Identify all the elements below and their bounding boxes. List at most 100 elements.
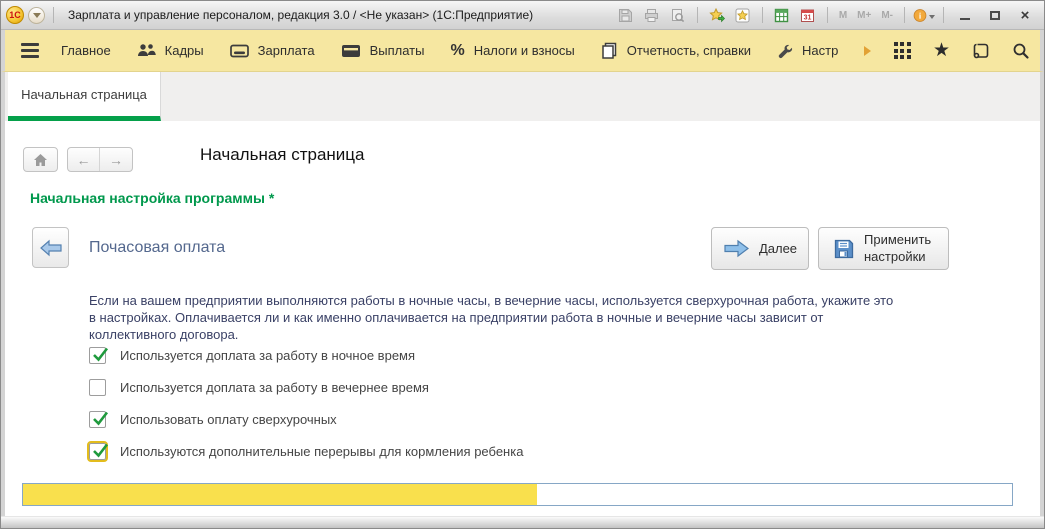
calendar-icon: 31 bbox=[800, 8, 815, 23]
window-title: Зарплата и управление персоналом, редакц… bbox=[68, 8, 533, 22]
tab-label: Начальная страница bbox=[21, 87, 147, 102]
maximize-button[interactable] bbox=[982, 5, 1008, 25]
back-button[interactable]: ← bbox=[68, 148, 100, 171]
menu-overflow-arrow-icon[interactable] bbox=[864, 46, 876, 56]
arrow-left-icon: ← bbox=[77, 152, 91, 168]
add-to-favorites-button[interactable] bbox=[706, 5, 728, 25]
separator bbox=[827, 7, 828, 23]
search-icon bbox=[1012, 42, 1030, 60]
page-title: Начальная страница bbox=[200, 145, 365, 165]
save-button[interactable] bbox=[615, 5, 637, 25]
star-framed-icon bbox=[735, 8, 750, 23]
info-button[interactable]: i bbox=[913, 5, 935, 25]
wizard-title: Начальная настройка программы * bbox=[30, 190, 274, 206]
checkbox-feeding-breaks[interactable]: Используются дополнительные перерывы для… bbox=[89, 443, 523, 460]
chevron-down-icon bbox=[33, 13, 41, 22]
menu-item-salary[interactable]: Зарплата bbox=[230, 43, 315, 58]
floppy-icon bbox=[618, 8, 633, 23]
next-button[interactable]: Далее bbox=[711, 227, 809, 270]
print-button[interactable] bbox=[641, 5, 663, 25]
main-content: ← → Начальная страница Начальная настрой… bbox=[1, 121, 1044, 516]
close-button[interactable]: × bbox=[1012, 5, 1038, 25]
all-functions-button[interactable] bbox=[894, 42, 911, 59]
percent-icon: % bbox=[450, 42, 464, 60]
documents-icon bbox=[601, 42, 618, 59]
close-icon: × bbox=[1021, 8, 1030, 23]
big-arrow-right-icon bbox=[723, 238, 750, 259]
apply-settings-button[interactable]: Применить настройки bbox=[818, 227, 949, 270]
step-title: Почасовая оплата bbox=[89, 239, 225, 257]
checkbox-label: Использовать оплату сверхурочных bbox=[120, 412, 337, 427]
apply-button-label: Применить настройки bbox=[864, 232, 934, 265]
svg-text:31: 31 bbox=[804, 14, 812, 21]
menu-item-payments[interactable]: Выплаты bbox=[341, 43, 425, 58]
step-description: Если на вашем предприятии выполняются ра… bbox=[89, 292, 894, 343]
arrow-right-icon: → bbox=[109, 152, 123, 168]
home-icon bbox=[33, 153, 48, 167]
payroll-card-icon bbox=[230, 44, 249, 58]
minimize-button[interactable] bbox=[952, 5, 978, 25]
minimize-icon bbox=[960, 18, 970, 20]
maximize-icon bbox=[990, 11, 1000, 20]
chevron-down-icon bbox=[929, 15, 935, 22]
checkmark-icon bbox=[91, 409, 110, 428]
separator bbox=[943, 7, 944, 23]
forward-button[interactable]: → bbox=[100, 148, 132, 171]
status-bar bbox=[1, 516, 1044, 528]
history-nav-group: ← → bbox=[67, 147, 133, 172]
memory-plus-button[interactable]: M+ bbox=[854, 5, 874, 25]
wizard-progress-bar bbox=[22, 483, 1013, 506]
progress-fill bbox=[23, 484, 537, 505]
menu-item-reports[interactable]: Отчетность, справки bbox=[601, 42, 751, 59]
tab-home-page[interactable]: Начальная страница bbox=[8, 72, 161, 121]
menu-item-personnel[interactable]: Кадры bbox=[137, 43, 204, 58]
separator bbox=[904, 7, 905, 23]
menu-item-taxes[interactable]: % Налоги и взносы bbox=[450, 42, 574, 60]
checkbox-overtime-pay[interactable]: Использовать оплату сверхурочных bbox=[89, 411, 337, 428]
next-button-label: Далее bbox=[759, 241, 797, 256]
search-button[interactable] bbox=[1012, 42, 1030, 60]
star-plus-icon bbox=[709, 8, 725, 23]
print-preview-button[interactable] bbox=[667, 5, 689, 25]
tab-bar: Начальная страница bbox=[1, 72, 1044, 121]
checkbox-icon[interactable] bbox=[89, 379, 106, 396]
calendar-button[interactable]: 31 bbox=[797, 5, 819, 25]
star-icon: ★ bbox=[933, 40, 950, 61]
wizard-back-button[interactable] bbox=[32, 227, 69, 268]
save-floppy-icon bbox=[833, 238, 855, 260]
checkbox-icon[interactable] bbox=[89, 347, 106, 364]
calculator-button[interactable] bbox=[771, 5, 793, 25]
1c-logo-icon: 1С bbox=[6, 6, 24, 24]
wrench-icon bbox=[777, 43, 793, 59]
menu-item-settings[interactable]: Настр bbox=[777, 43, 838, 59]
memory-recall-button[interactable]: M bbox=[836, 5, 850, 25]
title-bar: 1С Зарплата и управление персоналом, ред… bbox=[1, 1, 1044, 30]
menu-item-main[interactable]: Главное bbox=[61, 43, 111, 58]
system-menu-button[interactable] bbox=[28, 7, 45, 24]
checkbox-label: Используется доплата за работу в вечерне… bbox=[120, 380, 429, 395]
memory-minus-button[interactable]: M- bbox=[878, 5, 896, 25]
app-window: 1С Зарплата и управление персоналом, ред… bbox=[0, 0, 1045, 529]
history-button[interactable] bbox=[972, 42, 990, 60]
favorites-button[interactable] bbox=[732, 5, 754, 25]
preview-icon bbox=[670, 8, 685, 23]
checkbox-night-work[interactable]: Используется доплата за работу в ночное … bbox=[89, 347, 415, 364]
separator bbox=[762, 7, 763, 23]
checkmark-icon bbox=[91, 441, 110, 460]
separator bbox=[53, 7, 54, 23]
printer-icon bbox=[644, 8, 659, 23]
wallet-icon bbox=[341, 44, 361, 58]
hamburger-menu-button[interactable] bbox=[21, 43, 39, 58]
big-arrow-left-icon bbox=[39, 238, 63, 258]
checkmark-icon bbox=[91, 345, 110, 364]
checkbox-label: Используются дополнительные перерывы для… bbox=[120, 444, 523, 459]
home-button[interactable] bbox=[23, 147, 58, 172]
checkbox-label: Используется доплата за работу в ночное … bbox=[120, 348, 415, 363]
separator bbox=[697, 7, 698, 23]
checkbox-icon[interactable] bbox=[89, 443, 106, 460]
calculator-icon bbox=[774, 8, 789, 23]
people-icon bbox=[137, 43, 156, 58]
checkbox-evening-work[interactable]: Используется доплата за работу в вечерне… bbox=[89, 379, 429, 396]
checkbox-icon[interactable] bbox=[89, 411, 106, 428]
favorites-panel-button[interactable]: ★ bbox=[933, 41, 950, 61]
